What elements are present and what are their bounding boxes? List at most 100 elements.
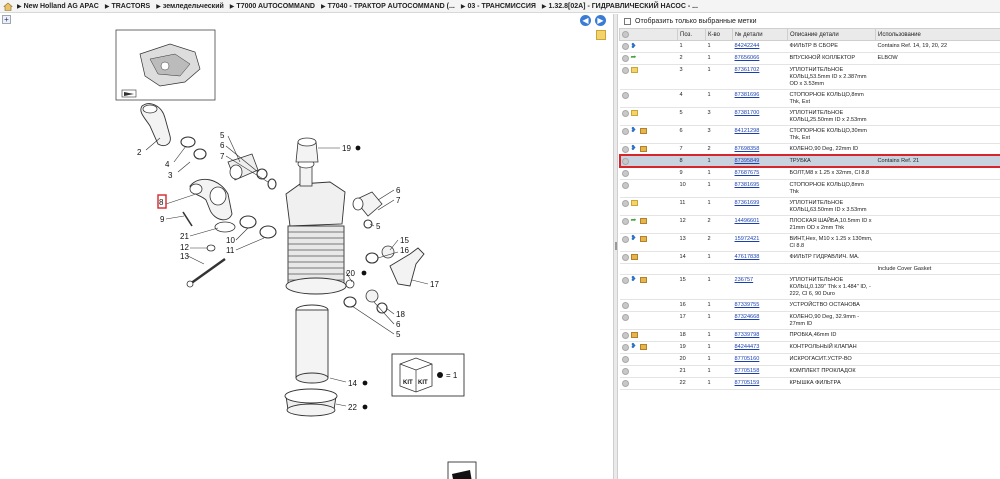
part-number-link[interactable]: 87687675 bbox=[735, 170, 760, 176]
callout-5[interactable]: 5 bbox=[220, 131, 225, 140]
callout-16[interactable]: 16 bbox=[400, 246, 409, 255]
part-number-link[interactable]: 87705158 bbox=[735, 368, 760, 374]
part-number-link[interactable]: 87381700 bbox=[735, 110, 760, 116]
table-row[interactable]: Include Cover Gasket bbox=[619, 263, 1000, 275]
table-row[interactable]: ❥ 15 1 236757 УПЛОТНИТЕЛЬНОЕ КОЛЬЦ,0.139" Th… bbox=[619, 274, 1000, 300]
note-icon[interactable] bbox=[630, 200, 638, 207]
breadcrumb-item-brand[interactable]: New Holland AG APAC bbox=[24, 3, 99, 10]
part-number-link[interactable]: 87324668 bbox=[735, 314, 760, 320]
callout-5c[interactable]: 5 bbox=[396, 330, 401, 339]
part-number-link[interactable]: 236757 bbox=[735, 277, 754, 283]
callout-4[interactable]: 4 bbox=[165, 160, 170, 169]
info-icon[interactable] bbox=[621, 313, 629, 321]
view-toggle-icon[interactable] bbox=[447, 461, 477, 479]
info-icon[interactable] bbox=[621, 127, 629, 135]
info-icon[interactable] bbox=[621, 181, 629, 189]
part-number-column-header[interactable]: № детали bbox=[732, 28, 788, 41]
info-icon[interactable] bbox=[621, 367, 629, 375]
callout-21[interactable]: 21 bbox=[180, 232, 189, 241]
position-column-header[interactable]: Поз. bbox=[677, 28, 706, 41]
table-row[interactable]: ➦ 12 2 14496601 ПЛОСКАЯ ШАЙБА,10.5mm ID x 21… bbox=[619, 215, 1000, 234]
table-row[interactable]: 17 1 87324668 КОЛЕНО,90 Deg, 32.9mm - 27mm … bbox=[619, 311, 1000, 330]
part-number-link[interactable]: 87361702 bbox=[735, 67, 760, 73]
info-icon[interactable] bbox=[621, 343, 629, 351]
replacement-arrow-icon[interactable]: ➦ bbox=[631, 54, 638, 61]
info-icon[interactable] bbox=[621, 91, 629, 99]
callout-2[interactable]: 2 bbox=[137, 148, 142, 157]
view-icon[interactable]: ❥ bbox=[631, 276, 638, 283]
part-number-link[interactable]: 87656066 bbox=[735, 55, 760, 61]
icons-column-header[interactable] bbox=[619, 28, 678, 41]
callout-6c[interactable]: 6 bbox=[396, 320, 401, 329]
table-row[interactable]: ❥ 1 1 84242244 ФИЛЬТР В СБОРЕ Contains Ref. 1… bbox=[619, 40, 1000, 53]
part-number-link[interactable]: 87361699 bbox=[735, 200, 760, 206]
info-icon[interactable] bbox=[621, 379, 629, 387]
info-icon[interactable] bbox=[621, 301, 629, 309]
part-number-link[interactable]: 87381695 bbox=[735, 182, 760, 188]
breadcrumb-item-section[interactable]: 03 - ТРАНСМИССИЯ bbox=[467, 3, 535, 10]
callout-9[interactable]: 9 bbox=[160, 215, 165, 224]
info-icon[interactable] bbox=[621, 157, 629, 165]
view-icon[interactable]: ❥ bbox=[631, 343, 638, 350]
info-icon[interactable] bbox=[621, 43, 629, 50]
package-icon[interactable] bbox=[639, 236, 647, 243]
callout-15[interactable]: 15 bbox=[400, 236, 409, 245]
table-row[interactable]: ❥ 6 3 84121298 СТОПОРНОЕ КОЛЬЦО,30mm Thk, Ex… bbox=[619, 125, 1000, 144]
note-icon[interactable] bbox=[630, 110, 638, 117]
table-row[interactable]: 22 1 87705159 КРЫШКА ФИЛЬТРА bbox=[619, 377, 1000, 390]
package-icon[interactable] bbox=[639, 277, 647, 284]
breadcrumb-item-series[interactable]: T7000 AUTOCOMMAND bbox=[236, 3, 315, 10]
table-row[interactable]: ❥ 13 2 15972421 ВИНТ,Hex, M10 x 1.25 x 130mm… bbox=[619, 233, 1000, 252]
callout-20[interactable]: 20 bbox=[346, 269, 355, 278]
package-icon[interactable] bbox=[639, 218, 647, 225]
view-icon[interactable]: ❥ bbox=[631, 145, 638, 152]
table-row[interactable]: 20 1 87705160 ИСКРОГАСИТ.УСТР-ВО bbox=[619, 353, 1000, 366]
info-icon[interactable] bbox=[621, 331, 629, 339]
view-icon[interactable]: ❥ bbox=[631, 235, 638, 242]
table-row[interactable]: 4 1 87381696 СТОПОРНОЕ КОЛЬЦО,8mm Thk, Ext bbox=[619, 89, 1000, 108]
show-selected-label[interactable]: Отобразить только выбранные метки bbox=[635, 18, 756, 25]
table-row[interactable]: ➦ 2 1 87656066 ВПУСКНОЙ КОЛЛЕКТОР ELBOW bbox=[619, 52, 1000, 65]
table-row[interactable]: 18 1 87339798 ПРОБКА,46mm ID bbox=[619, 329, 1000, 342]
info-icon[interactable] bbox=[621, 199, 629, 207]
callout-10[interactable]: 10 bbox=[226, 236, 235, 245]
info-icon[interactable] bbox=[621, 276, 629, 284]
part-number-link[interactable]: 87339798 bbox=[735, 332, 760, 338]
callout-17[interactable]: 17 bbox=[430, 280, 439, 289]
info-icon[interactable] bbox=[621, 355, 629, 363]
table-row[interactable]: ❥ 7 2 87698358 КОЛЕНО,90 Deg, 22mm ID bbox=[619, 143, 1000, 156]
part-number-link[interactable]: 15972421 bbox=[735, 236, 760, 242]
thumbnail-view[interactable] bbox=[115, 29, 216, 101]
breadcrumb-item-page[interactable]: 1.32.8[02A] - ГИДРАВЛИЧЕСКИЙ НАСОС - ... bbox=[549, 3, 698, 10]
part-number-link[interactable]: 47617838 bbox=[735, 254, 760, 260]
callout-5b[interactable]: 5 bbox=[376, 222, 381, 231]
callout-13[interactable]: 13 bbox=[180, 252, 189, 261]
part-number-link[interactable]: 87395849 bbox=[735, 158, 760, 164]
part-number-link[interactable]: 87705159 bbox=[735, 380, 760, 386]
info-icon[interactable] bbox=[621, 109, 629, 117]
callout-7b[interactable]: 7 bbox=[396, 196, 401, 205]
callout-3[interactable]: 3 bbox=[168, 171, 173, 180]
table-row[interactable]: 14 1 47617838 ФИЛЬТР ГИДРАВЛИЧ. МА. bbox=[619, 251, 1000, 264]
show-selected-checkbox[interactable] bbox=[624, 17, 631, 25]
info-icon[interactable] bbox=[621, 235, 629, 243]
splitter-grip[interactable] bbox=[615, 242, 617, 250]
callout-6b[interactable]: 6 bbox=[396, 186, 401, 195]
callout-18[interactable]: 18 bbox=[396, 310, 405, 319]
view-icon[interactable]: ❥ bbox=[631, 43, 638, 50]
home-icon[interactable] bbox=[3, 2, 13, 11]
table-row[interactable]: 21 1 87705158 КОМПЛЕКТ ПРОКЛАДОК bbox=[619, 365, 1000, 378]
replacement-arrow-icon[interactable]: ➦ bbox=[631, 217, 638, 224]
callout-14[interactable]: 14 bbox=[348, 379, 357, 388]
part-number-link[interactable]: 14496601 bbox=[735, 218, 760, 224]
table-row[interactable]: ❥ 19 1 84244473 КОНТРОЛЬНЫЙ КЛАПАН bbox=[619, 341, 1000, 354]
callout-12[interactable]: 12 bbox=[180, 243, 189, 252]
description-column-header[interactable]: Описание детали bbox=[787, 28, 876, 41]
table-row[interactable]: 10 1 87381695 СТОПОРНОЕ КОЛЬЦО,8mm Thk bbox=[619, 179, 1000, 198]
note-icon[interactable] bbox=[630, 67, 638, 74]
callout-22[interactable]: 22 bbox=[348, 403, 357, 412]
package-icon[interactable] bbox=[639, 344, 647, 351]
table-row[interactable]: 3 1 87361702 УПЛОТНИТЕЛЬНОЕ КОЛЬЦ,53.5mm ID… bbox=[619, 64, 1000, 90]
info-icon[interactable] bbox=[621, 253, 629, 261]
callout-7[interactable]: 7 bbox=[220, 152, 225, 161]
